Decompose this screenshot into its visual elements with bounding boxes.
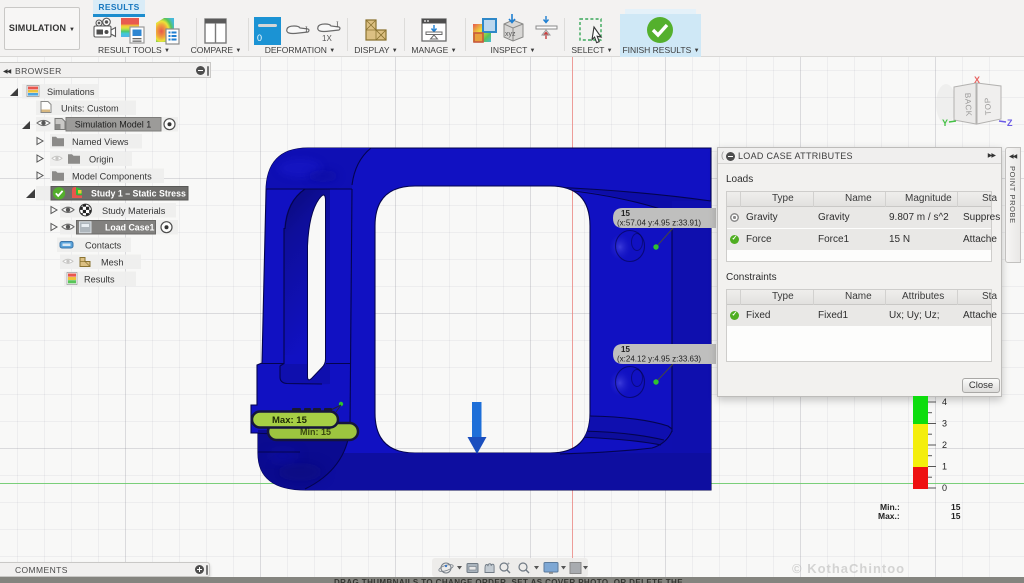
svg-text:15: 15 bbox=[951, 511, 961, 521]
svg-text:I: I bbox=[336, 20, 339, 29]
svg-text:2: 2 bbox=[942, 440, 947, 450]
svg-text:1X: 1X bbox=[322, 34, 332, 43]
svg-text:15: 15 bbox=[621, 345, 630, 354]
svg-text:TOP: TOP bbox=[983, 97, 993, 115]
svg-text:4: 4 bbox=[942, 397, 947, 407]
svg-text:+: + bbox=[507, 562, 510, 568]
svg-text:Study Materials: Study Materials bbox=[102, 206, 166, 216]
svg-text:I: I bbox=[305, 25, 308, 34]
svg-text:Mesh: Mesh bbox=[101, 257, 123, 267]
svg-text:Y: Y bbox=[942, 118, 948, 128]
svg-text:Units: Custom: Units: Custom bbox=[61, 103, 119, 113]
svg-text:Z: Z bbox=[1007, 118, 1013, 128]
svg-text:BACK: BACK bbox=[963, 93, 973, 117]
svg-text:15: 15 bbox=[621, 209, 630, 218]
svg-text:Named Views: Named Views bbox=[72, 137, 129, 147]
svg-text:Model Components: Model Components bbox=[72, 171, 152, 181]
svg-text:Simulation Model 1: Simulation Model 1 bbox=[75, 120, 152, 130]
svg-text:3: 3 bbox=[942, 419, 947, 429]
svg-text:(x:57.04 y:4.95 z:33.91): (x:57.04 y:4.95 z:33.91) bbox=[617, 219, 701, 228]
svg-text:1: 1 bbox=[942, 462, 947, 472]
svg-text:xyz: xyz bbox=[505, 31, 516, 38]
svg-text:Origin: Origin bbox=[89, 154, 114, 164]
svg-text:Study 1 – Static Stress: Study 1 – Static Stress bbox=[91, 189, 186, 199]
svg-text:Results: Results bbox=[84, 274, 115, 284]
svg-text:Contacts: Contacts bbox=[85, 240, 122, 250]
svg-text:Simulations: Simulations bbox=[47, 87, 95, 97]
svg-text:X: X bbox=[974, 75, 980, 85]
svg-text:Max.:: Max.: bbox=[878, 511, 900, 521]
svg-text:0: 0 bbox=[942, 483, 947, 493]
svg-text:0: 0 bbox=[257, 33, 262, 43]
svg-text:(x:24.12 y:4.95 z:33.63): (x:24.12 y:4.95 z:33.63) bbox=[617, 355, 701, 364]
svg-text:Max: 15: Max: 15 bbox=[272, 415, 308, 426]
svg-text:Load Case1: Load Case1 bbox=[105, 223, 154, 233]
